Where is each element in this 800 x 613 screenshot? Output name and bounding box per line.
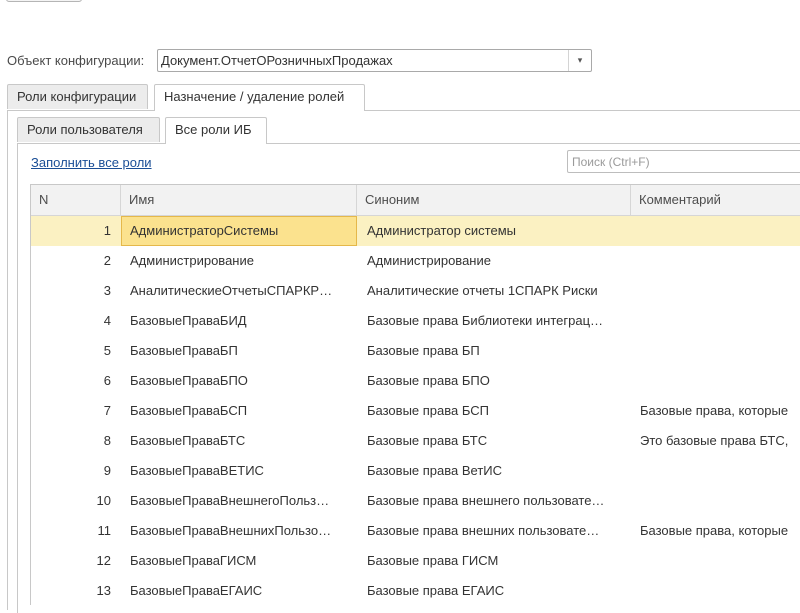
cell-name[interactable]: БазовыеПраваЕГАИС xyxy=(121,576,357,605)
cell-synonym[interactable]: Аналитические отчеты 1СПАРК Риски xyxy=(357,276,631,306)
column-header-name[interactable]: Имя xyxy=(121,185,357,215)
tab-label: Назначение / удаление ролей xyxy=(164,89,345,104)
cell-name[interactable]: АналитическиеОтчетыСПАРКР… xyxy=(121,276,357,306)
table-row[interactable]: 4 БазовыеПраваБИД Базовые права Библиотеки… xyxy=(31,306,800,336)
cell-number[interactable]: 5 xyxy=(31,336,121,366)
inner-tab-bar: Роли пользователя Все роли ИБ xyxy=(17,117,800,144)
column-header-comment[interactable]: Комментарий xyxy=(631,185,800,215)
table-header: N Имя Синоним Комментарий xyxy=(31,185,800,216)
cell-number[interactable]: 1 xyxy=(31,216,121,246)
cell-comment[interactable] xyxy=(631,456,800,486)
cell-comment[interactable] xyxy=(631,486,800,516)
roles-table: N Имя Синоним Комментарий 1 Администратор… xyxy=(30,184,800,605)
cell-synonym[interactable]: Базовые права ГИСМ xyxy=(357,546,631,576)
cell-comment[interactable]: Базовые права, которые xyxy=(631,396,800,426)
table-row[interactable]: 5 БазовыеПраваБП Базовые права БП xyxy=(31,336,800,366)
object-config-select[interactable]: Документ.ОтчетОРозничныхПродажах ▾ xyxy=(157,49,592,72)
cell-name[interactable]: БазовыеПраваБСП xyxy=(121,396,357,426)
cell-name[interactable]: АдминистраторСистемы xyxy=(121,216,357,246)
cell-comment[interactable] xyxy=(631,306,800,336)
cell-name[interactable]: БазовыеПраваГИСМ xyxy=(121,546,357,576)
cell-comment[interactable] xyxy=(631,336,800,366)
column-header-synonym[interactable]: Синоним xyxy=(357,185,631,215)
cell-number[interactable]: 10 xyxy=(31,486,121,516)
cell-synonym[interactable]: Базовые права ВетИС xyxy=(357,456,631,486)
cell-synonym[interactable]: Базовые права БП xyxy=(357,336,631,366)
top-button[interactable] xyxy=(6,0,82,2)
cell-name[interactable]: БазовыеПраваБПО xyxy=(121,366,357,396)
cell-synonym[interactable]: Базовые права внешних пользовате… xyxy=(357,516,631,546)
cell-name[interactable]: БазовыеПраваБТС xyxy=(121,426,357,456)
tab-label: Роли конфигурации xyxy=(17,89,137,104)
column-header-n[interactable]: N xyxy=(31,185,121,215)
cell-synonym[interactable]: Базовые права Библиотеки интеграц… xyxy=(357,306,631,336)
search-input[interactable] xyxy=(567,150,800,173)
table-row[interactable]: 11 БазовыеПраваВнешнихПользо… Базовые прав… xyxy=(31,516,800,546)
table-row[interactable]: 3 АналитическиеОтчетыСПАРКР… Аналитические… xyxy=(31,276,800,306)
table-row[interactable]: 12 БазовыеПраваГИСМ Базовые права ГИСМ xyxy=(31,546,800,576)
cell-comment[interactable] xyxy=(631,546,800,576)
cell-number[interactable]: 12 xyxy=(31,546,121,576)
cell-synonym[interactable]: Базовые права ЕГАИС xyxy=(357,576,631,605)
table-row[interactable]: 1 АдминистраторСистемы Администратор систе… xyxy=(31,216,800,246)
tab-config-roles[interactable]: Роли конфигурации xyxy=(7,84,148,109)
cell-number[interactable]: 3 xyxy=(31,276,121,306)
outer-tab-bar: Роли конфигурации Назначение / удаление … xyxy=(7,84,800,111)
cell-comment[interactable] xyxy=(631,576,800,605)
cell-number[interactable]: 2 xyxy=(31,246,121,276)
object-config-value: Документ.ОтчетОРозничныхПродажах xyxy=(161,53,393,68)
table-row[interactable]: 7 БазовыеПраваБСП Базовые права БСП Базовые… xyxy=(31,396,800,426)
tab-all-ib-roles[interactable]: Все роли ИБ xyxy=(165,117,267,144)
tab-user-roles[interactable]: Роли пользователя xyxy=(17,117,160,142)
table-row[interactable]: 10 БазовыеПраваВнешнегоПольз… Базовые прав… xyxy=(31,486,800,516)
cell-number[interactable]: 9 xyxy=(31,456,121,486)
cell-synonym[interactable]: Базовые права БПО xyxy=(357,366,631,396)
cell-name[interactable]: БазовыеПраваВЕТИС xyxy=(121,456,357,486)
table-row[interactable]: 9 БазовыеПраваВЕТИС Базовые права ВетИС xyxy=(31,456,800,486)
cell-name[interactable]: БазовыеПраваБИД xyxy=(121,306,357,336)
cell-synonym[interactable]: Базовые права БСП xyxy=(357,396,631,426)
cell-synonym[interactable]: Базовые права внешнего пользовате… xyxy=(357,486,631,516)
cell-number[interactable]: 13 xyxy=(31,576,121,605)
cell-comment[interactable] xyxy=(631,366,800,396)
cell-name[interactable]: Администрирование xyxy=(121,246,357,276)
cell-number[interactable]: 7 xyxy=(31,396,121,426)
cell-name[interactable]: БазовыеПраваВнешнихПользо… xyxy=(121,516,357,546)
fill-all-roles-link[interactable]: Заполнить все роли xyxy=(31,155,152,170)
tab-label: Роли пользователя xyxy=(27,122,143,137)
tab-label: Все роли ИБ xyxy=(175,122,252,137)
table-row[interactable]: 2 Администрирование Администрирование xyxy=(31,246,800,276)
dropdown-arrow-icon[interactable]: ▾ xyxy=(568,50,591,71)
cell-comment[interactable]: Это базовые права БТС, xyxy=(631,426,800,456)
cell-number[interactable]: 6 xyxy=(31,366,121,396)
cell-name[interactable]: БазовыеПраваБП xyxy=(121,336,357,366)
cell-comment[interactable]: Базовые права, которые xyxy=(631,516,800,546)
tab-assign-remove-roles[interactable]: Назначение / удаление ролей xyxy=(154,84,365,111)
table-row[interactable]: 13 БазовыеПраваЕГАИС Базовые права ЕГАИС xyxy=(31,576,800,605)
table-row[interactable]: 8 БазовыеПраваБТС Базовые права БТС Это баз… xyxy=(31,426,800,456)
cell-name[interactable]: БазовыеПраваВнешнегоПольз… xyxy=(121,486,357,516)
cell-synonym[interactable]: Базовые права БТС xyxy=(357,426,631,456)
cell-comment[interactable] xyxy=(631,246,800,276)
object-config-label: Объект конфигурации: xyxy=(7,53,145,68)
cell-synonym[interactable]: Администрирование xyxy=(357,246,631,276)
table-row[interactable]: 6 БазовыеПраваБПО Базовые права БПО xyxy=(31,366,800,396)
cell-comment[interactable] xyxy=(631,216,800,246)
cell-comment[interactable] xyxy=(631,276,800,306)
cell-number[interactable]: 4 xyxy=(31,306,121,336)
cell-number[interactable]: 8 xyxy=(31,426,121,456)
cell-number[interactable]: 11 xyxy=(31,516,121,546)
cell-synonym[interactable]: Администратор системы xyxy=(357,216,631,246)
